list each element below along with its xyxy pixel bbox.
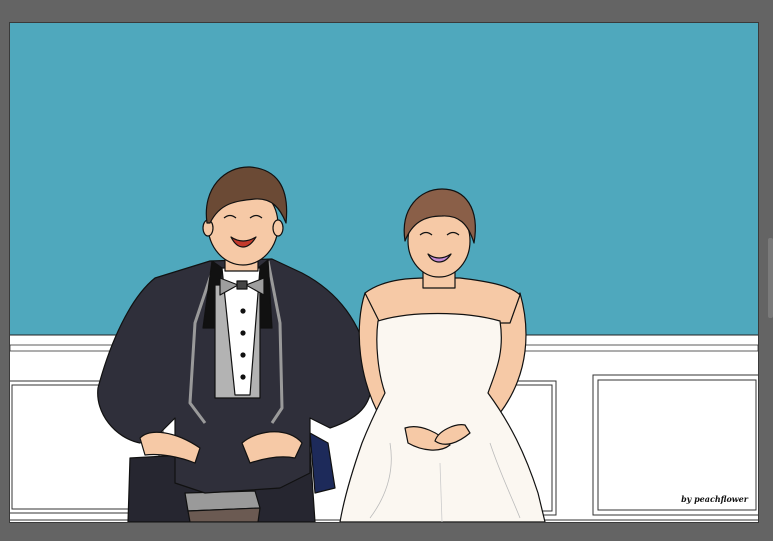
artist-signature: by peachflower [681,494,748,504]
scrollbar-handle[interactable] [768,238,773,318]
artwork-canvas: by peachflower [9,22,759,523]
wedding-couple-illustration [10,23,758,522]
